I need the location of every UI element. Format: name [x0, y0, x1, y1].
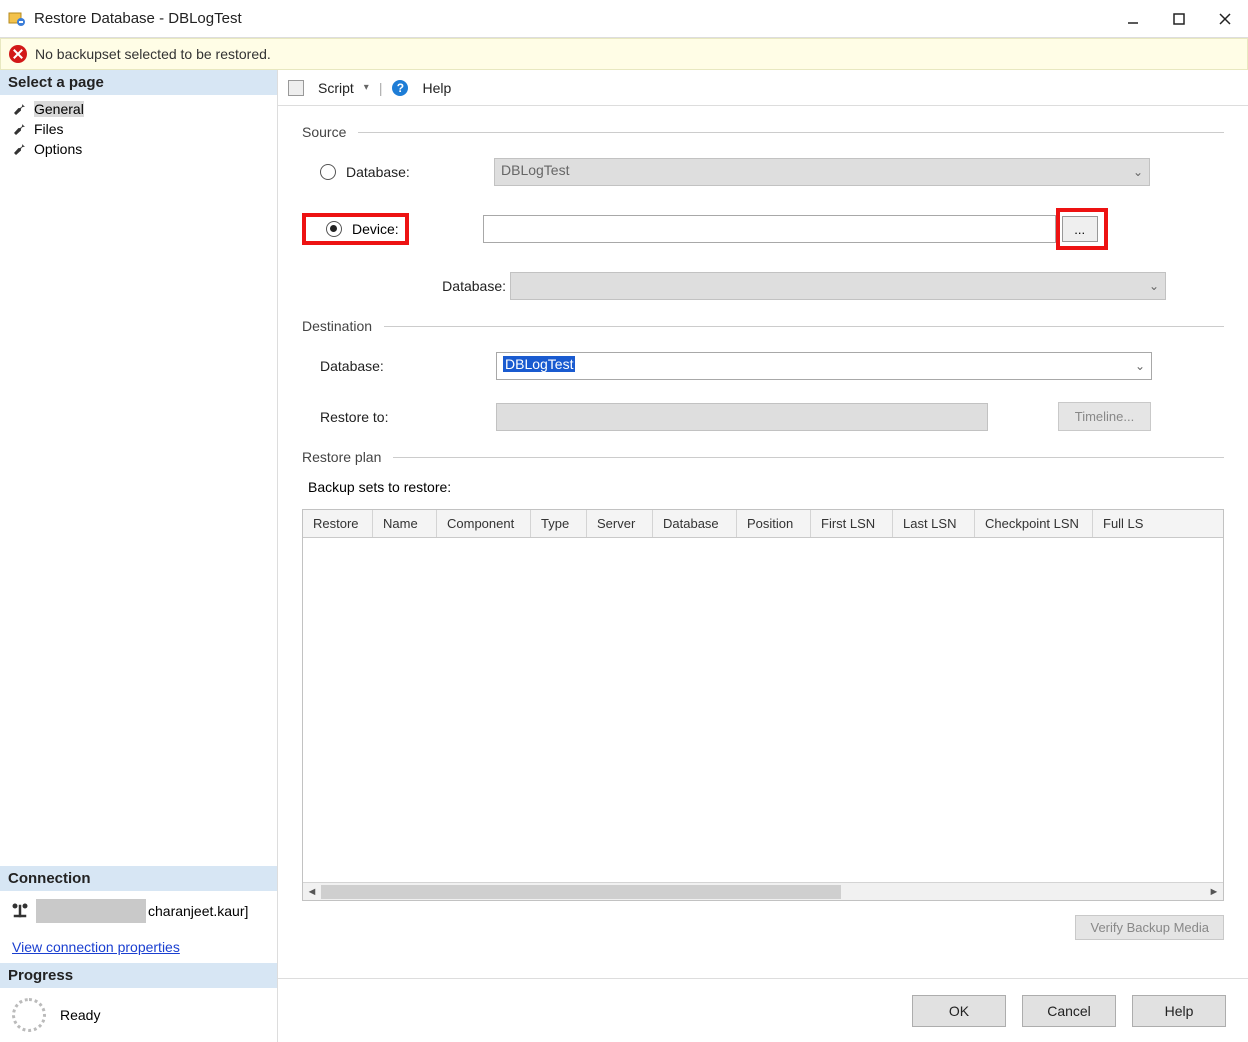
device-db-combo[interactable]: ⌄ [510, 272, 1166, 300]
browse-device-button[interactable]: ... [1062, 216, 1098, 242]
main-panel: Script ▾ | ? Help Source Database: DBLog… [278, 70, 1248, 1042]
source-device-label: Device: [352, 221, 399, 237]
sidebar: Select a page General Files Options [0, 70, 278, 1042]
source-database-combo: DBLogTest ⌄ [494, 158, 1150, 186]
timeline-button[interactable]: Timeline... [1058, 402, 1151, 431]
window-title: Restore Database - DBLogTest [34, 10, 1110, 27]
highlight-browse-button: ... [1056, 208, 1108, 250]
help-button[interactable]: Help [422, 80, 451, 96]
chevron-down-icon: ⌄ [1133, 165, 1143, 179]
destination-heading: Destination [302, 318, 1224, 334]
restore-to-label: Restore to: [320, 409, 496, 425]
wrench-icon [12, 141, 28, 157]
scroll-right-icon[interactable]: ► [1205, 886, 1223, 898]
page-item-label: Options [34, 141, 82, 157]
source-database-row: Database: DBLogTest ⌄ [302, 158, 1224, 186]
error-icon [9, 45, 27, 63]
maximize-button[interactable] [1156, 1, 1202, 37]
horizontal-scrollbar[interactable]: ◄ ► [303, 882, 1223, 900]
script-dropdown[interactable]: ▾ [364, 82, 369, 93]
select-page-heading: Select a page [0, 70, 277, 95]
destination-database-row: Database: DBLogTest ⌄ [302, 352, 1224, 380]
scroll-thumb[interactable] [321, 885, 841, 899]
wrench-icon [12, 121, 28, 137]
view-connection-properties-link[interactable]: View connection properties [0, 931, 277, 963]
device-path-input[interactable] [483, 215, 1056, 243]
script-button[interactable]: Script [318, 80, 354, 96]
spinner-icon [12, 998, 46, 1032]
connection-info: charanjeet.kaur] [0, 891, 277, 931]
source-database-label: Database: [346, 164, 494, 180]
table-body-empty [303, 538, 1223, 882]
close-button[interactable] [1202, 1, 1248, 37]
source-device-database-row: Database: ⌄ [302, 272, 1224, 300]
help-icon: ? [392, 80, 408, 96]
progress-status: Ready [0, 988, 277, 1042]
restore-to-field [496, 403, 988, 431]
page-item-label: General [34, 101, 84, 117]
page-item-options[interactable]: Options [4, 139, 273, 159]
scroll-left-icon[interactable]: ◄ [303, 886, 321, 898]
minimize-button[interactable] [1110, 1, 1156, 37]
chevron-down-icon: ⌄ [1149, 279, 1159, 293]
page-item-label: Files [34, 121, 64, 137]
alert-message: No backupset selected to be restored. [35, 46, 271, 62]
dialog-footer: OK Cancel Help [278, 978, 1248, 1042]
progress-heading: Progress [0, 963, 277, 988]
script-icon [288, 80, 304, 96]
source-device-row: Device: ... [302, 208, 1224, 250]
title-bar: Restore Database - DBLogTest [0, 0, 1248, 38]
page-item-files[interactable]: Files [4, 119, 273, 139]
highlight-device-radio: Device: [302, 213, 409, 245]
radio-source-database[interactable] [320, 164, 336, 180]
source-heading: Source [302, 124, 1224, 140]
app-icon [8, 10, 26, 28]
connection-user: charanjeet.kaur] [148, 903, 248, 919]
backup-sets-label: Backup sets to restore: [308, 479, 1224, 495]
help-button[interactable]: Help [1132, 995, 1226, 1027]
backup-sets-table: Restore Name Component Type Server Datab… [302, 509, 1224, 901]
redacted-server [36, 899, 146, 923]
verify-backup-media-button[interactable]: Verify Backup Media [1075, 915, 1224, 940]
radio-source-device[interactable] [326, 221, 342, 237]
alert-bar: No backupset selected to be restored. [0, 38, 1248, 70]
restore-to-row: Restore to: Timeline... [302, 402, 1224, 431]
page-item-general[interactable]: General [4, 99, 273, 119]
cancel-button[interactable]: Cancel [1022, 995, 1116, 1027]
wrench-icon [12, 101, 28, 117]
destination-db-label: Database: [320, 358, 496, 374]
toolbar: Script ▾ | ? Help [278, 70, 1248, 106]
ok-button[interactable]: OK [912, 995, 1006, 1027]
toolbar-separator: | [379, 80, 383, 96]
device-db-label: Database: [362, 278, 510, 294]
table-header: Restore Name Component Type Server Datab… [303, 510, 1223, 538]
progress-label: Ready [60, 1007, 100, 1023]
connection-heading: Connection [0, 866, 277, 891]
chevron-down-icon: ⌄ [1135, 359, 1145, 373]
restore-plan-heading: Restore plan [302, 449, 1224, 465]
server-icon [10, 901, 30, 921]
destination-db-combo[interactable]: DBLogTest ⌄ [496, 352, 1152, 380]
